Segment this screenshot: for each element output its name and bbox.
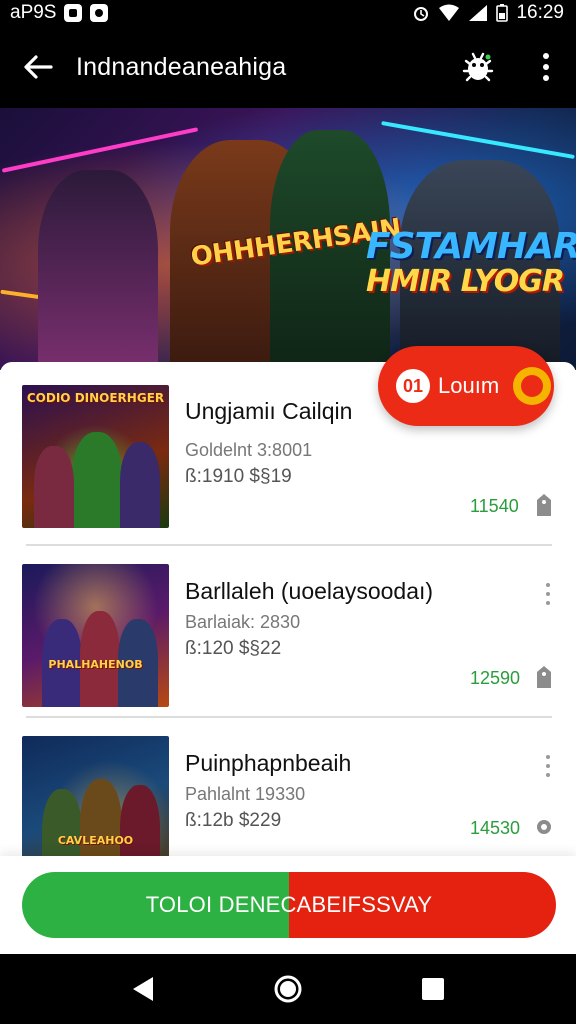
item-download-button[interactable] (534, 816, 554, 838)
list-item[interactable]: PHALHAHENOB Barllaleh (uoelaysoodaı) Bar… (0, 562, 576, 732)
hero-title-right-line1: FSTAMHAR (366, 226, 576, 267)
thumbnail-logo: CODIO DINOERHGER (26, 391, 165, 405)
thumbnail-logo: CAVLEAHOO (57, 834, 134, 847)
thumbnail-logo: PHALHAHENOB (48, 658, 143, 671)
item-download-button[interactable] (534, 494, 554, 516)
thumbnail-character (120, 442, 160, 528)
bug-button[interactable] (456, 45, 500, 89)
status-time: 16:29 (516, 2, 564, 23)
item-price: 14530 (470, 818, 521, 838)
login-label: Louım (438, 373, 500, 398)
tag-icon (537, 666, 551, 688)
item-title: Puinphapnbeaih (185, 750, 352, 776)
hero-title-right-line2: HMIR LYOGR (366, 263, 565, 299)
item-download-button[interactable] (534, 666, 554, 688)
primary-cta-button[interactable]: TOLOI DENECABEIFSSVAY (22, 872, 556, 938)
item-subtitle: Barlaiak: 2830 (185, 612, 301, 632)
app-title: Indnandeaneahiga (76, 52, 287, 81)
status-left-text: аP9S (10, 2, 57, 23)
square-recents-icon (422, 978, 445, 1000)
signal-icon (469, 5, 488, 21)
app-bar: Indnandeaneahiga (0, 26, 576, 108)
hero-title-right: FSTAMHAR HMIR LYOGR (366, 228, 576, 297)
screen: аP9S 16:29 Indnandeaneahiga OHHHERHSAIN … (0, 0, 576, 1024)
thumbnail-character (72, 432, 122, 528)
login-icon: 01 (396, 369, 430, 403)
system-nav-bar (0, 954, 576, 1024)
divider (26, 544, 552, 546)
item-subtitle: Goldelnt 3:8001 (185, 440, 313, 460)
login-button[interactable]: 01 Louım (378, 346, 554, 426)
item-thumbnail: CODIO DINOERHGER (22, 385, 169, 528)
item-price: 11540 (470, 496, 519, 516)
bug-icon (462, 52, 494, 82)
nav-home-button[interactable] (263, 964, 313, 1014)
status-left: аP9S (10, 2, 109, 24)
circle-home-icon (274, 975, 302, 1003)
item-title: Barllaleh (uoelaysoodaı) (185, 578, 434, 604)
hero-beam (381, 121, 575, 159)
nav-recents-button[interactable] (408, 964, 458, 1014)
swoosh-icon (513, 367, 552, 405)
divider (26, 716, 552, 718)
alarm-icon (414, 7, 429, 21)
thumbnail-character (34, 446, 74, 528)
tag-icon (537, 494, 551, 516)
battery-icon (496, 4, 509, 22)
hero-beam (1, 127, 199, 173)
item-meta: ß:120 $§22 (185, 638, 282, 659)
wifi-icon (439, 4, 460, 21)
item-meta: ß:1910 $§19 (185, 466, 292, 487)
item-thumbnail: PHALHAHENOB (22, 564, 169, 707)
item-subtitle: Pahlalnt 19330 (185, 784, 306, 804)
hero-character (38, 170, 158, 370)
item-price: 12590 (470, 668, 521, 688)
triangle-back-icon (132, 977, 153, 1001)
status-right: 16:29 (412, 2, 564, 24)
item-more-button[interactable] (540, 580, 556, 608)
hero-banner[interactable]: OHHHERHSAIN FSTAMHAR HMIR LYOGR (0, 108, 576, 370)
settings-icon (537, 820, 551, 834)
arrow-left-icon (24, 55, 53, 79)
item-more-button[interactable] (540, 752, 556, 780)
cta-label: TOLOI DENECABEIFSSVAY (145, 892, 433, 917)
more-vert-icon (543, 53, 549, 81)
notification-icon (64, 4, 83, 22)
content-card: CODIO DINOERHGER Ungjamiı Cailqin Goldel… (0, 362, 576, 879)
status-bar: аP9S 16:29 (0, 0, 576, 26)
item-title: Ungjamiı Cailqin (185, 398, 353, 424)
back-button[interactable] (0, 26, 76, 108)
notification-icon-2 (90, 4, 109, 22)
item-meta: ß:12b $229 (185, 810, 282, 831)
nav-back-button[interactable] (118, 964, 168, 1014)
more-options-button[interactable] (526, 37, 566, 97)
